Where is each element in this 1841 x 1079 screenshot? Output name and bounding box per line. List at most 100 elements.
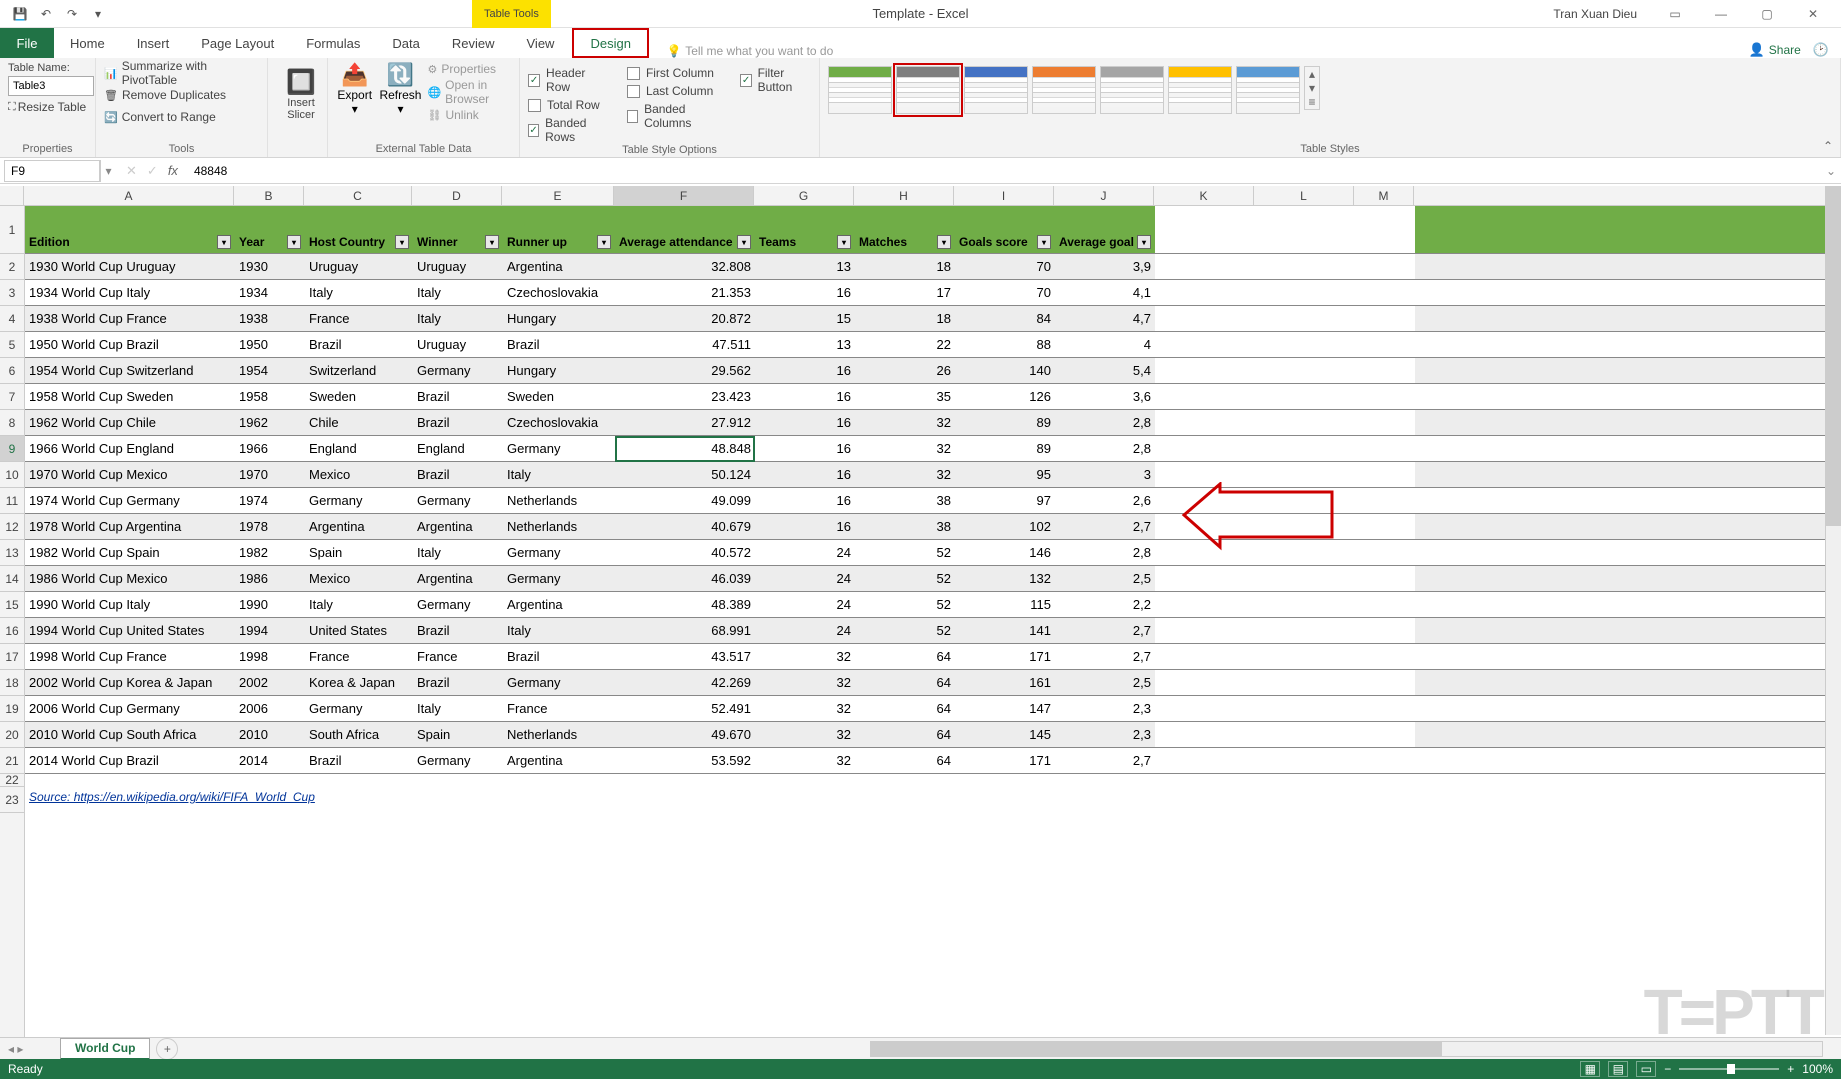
cell[interactable]: Brazil <box>413 462 503 487</box>
filter-button[interactable]: ▾ <box>737 235 751 249</box>
cell[interactable]: 35 <box>855 384 955 409</box>
view-tab[interactable]: View <box>511 28 571 58</box>
formulas-tab[interactable]: Formulas <box>290 28 376 58</box>
file-tab[interactable]: File <box>0 28 54 58</box>
cell[interactable]: 2002 World Cup Korea & Japan <box>25 670 235 695</box>
row-header-19[interactable]: 19 <box>0 696 24 722</box>
cell[interactable]: 2014 World Cup Brazil <box>25 748 235 773</box>
cell[interactable]: 2,7 <box>1055 514 1155 539</box>
column-header-F[interactable]: F <box>614 186 754 205</box>
cell[interactable]: Germany <box>305 488 413 513</box>
row-header-5[interactable]: 5 <box>0 332 24 358</box>
cell[interactable]: 1982 World Cup Spain <box>25 540 235 565</box>
total-row-checkbox[interactable]: Total Row <box>528 98 607 112</box>
expand-formula-icon[interactable]: ⌄ <box>1821 164 1841 178</box>
cell[interactable]: 1962 World Cup Chile <box>25 410 235 435</box>
cell[interactable]: 4,7 <box>1055 306 1155 331</box>
cells-area[interactable]: Edition▾Year▾Host Country▾Winner▾Runner … <box>25 206 1841 1047</box>
data-tab[interactable]: Data <box>376 28 435 58</box>
cell[interactable]: 68.991 <box>615 618 755 643</box>
cell[interactable]: 22 <box>855 332 955 357</box>
cell[interactable]: 32 <box>755 748 855 773</box>
cell[interactable]: 32 <box>755 644 855 669</box>
cell[interactable]: 32.808 <box>615 254 755 279</box>
cell[interactable]: 24 <box>755 540 855 565</box>
cell[interactable]: 2010 World Cup South Africa <box>25 722 235 747</box>
first-column-checkbox[interactable]: First Column <box>627 66 721 80</box>
cell[interactable]: 52.491 <box>615 696 755 721</box>
cell[interactable]: 64 <box>855 722 955 747</box>
cell[interactable]: 24 <box>755 592 855 617</box>
cell[interactable]: Italy <box>305 592 413 617</box>
row-header-14[interactable]: 14 <box>0 566 24 592</box>
cell[interactable]: Argentina <box>413 566 503 591</box>
cell[interactable]: 64 <box>855 696 955 721</box>
table-style-swatch[interactable] <box>1168 66 1232 114</box>
cell[interactable]: 5,4 <box>1055 358 1155 383</box>
cell[interactable]: 52 <box>855 618 955 643</box>
cell[interactable]: 1938 <box>235 306 305 331</box>
row-header-23[interactable]: 23 <box>0 787 24 813</box>
row-header-18[interactable]: 18 <box>0 670 24 696</box>
zoom-level[interactable]: 100% <box>1802 1062 1833 1076</box>
cell[interactable]: 89 <box>955 436 1055 461</box>
cell[interactable]: 2,8 <box>1055 540 1155 565</box>
cell[interactable]: 2,3 <box>1055 722 1155 747</box>
cell[interactable]: Uruguay <box>413 332 503 357</box>
cell[interactable]: 32 <box>755 722 855 747</box>
new-sheet-button[interactable]: + <box>156 1038 178 1060</box>
cell[interactable]: Switzerland <box>305 358 413 383</box>
filter-button[interactable]: ▾ <box>485 235 499 249</box>
cell[interactable]: Argentina <box>503 254 615 279</box>
cell[interactable]: Netherlands <box>503 722 615 747</box>
cell[interactable]: 64 <box>855 644 955 669</box>
cell[interactable]: 16 <box>755 514 855 539</box>
row-header-20[interactable]: 20 <box>0 722 24 748</box>
cell[interactable]: Brazil <box>413 670 503 695</box>
cell[interactable]: Netherlands <box>503 488 615 513</box>
cell[interactable]: 16 <box>755 358 855 383</box>
column-header-C[interactable]: C <box>304 186 412 205</box>
cell[interactable]: Argentina <box>503 748 615 773</box>
cell[interactable]: 171 <box>955 644 1055 669</box>
table-style-swatch[interactable] <box>828 66 892 114</box>
cell[interactable]: 1990 World Cup Italy <box>25 592 235 617</box>
cell[interactable]: Italy <box>413 280 503 305</box>
cell[interactable]: 27.912 <box>615 410 755 435</box>
cell[interactable]: Sweden <box>305 384 413 409</box>
cell[interactable]: 70 <box>955 254 1055 279</box>
sheet-tab-worldcup[interactable]: World Cup <box>60 1038 150 1060</box>
review-tab[interactable]: Review <box>436 28 511 58</box>
cell[interactable]: Spain <box>413 722 503 747</box>
column-header-E[interactable]: E <box>502 186 614 205</box>
cell[interactable]: 88 <box>955 332 1055 357</box>
cell[interactable]: 13 <box>755 254 855 279</box>
filter-button[interactable]: ▾ <box>1137 235 1151 249</box>
cell[interactable]: 1986 <box>235 566 305 591</box>
cell[interactable]: 132 <box>955 566 1055 591</box>
table-name-input[interactable] <box>8 76 94 96</box>
cell[interactable]: 1994 World Cup United States <box>25 618 235 643</box>
table-style-swatch[interactable] <box>964 66 1028 114</box>
cell[interactable]: 13 <box>755 332 855 357</box>
cell[interactable]: Korea & Japan <box>305 670 413 695</box>
cell[interactable]: Argentina <box>413 514 503 539</box>
cell[interactable]: 16 <box>755 436 855 461</box>
column-header-M[interactable]: M <box>1354 186 1414 205</box>
cell[interactable]: United States <box>305 618 413 643</box>
banded-rows-checkbox[interactable]: ✓Banded Rows <box>528 116 607 144</box>
last-column-checkbox[interactable]: Last Column <box>627 84 721 98</box>
cell[interactable]: England <box>305 436 413 461</box>
cell[interactable]: 32 <box>755 696 855 721</box>
cancel-icon[interactable]: ✕ <box>126 163 137 179</box>
select-all-corner[interactable] <box>0 186 24 205</box>
share-button[interactable]: 👤 Share <box>1749 42 1801 58</box>
cell[interactable]: 1966 <box>235 436 305 461</box>
filter-button[interactable]: ▾ <box>597 235 611 249</box>
filter-button[interactable]: ▾ <box>1037 235 1051 249</box>
cell[interactable]: 1930 <box>235 254 305 279</box>
cell[interactable]: 2,7 <box>1055 644 1155 669</box>
cell[interactable]: 1954 World Cup Switzerland <box>25 358 235 383</box>
column-header-D[interactable]: D <box>412 186 502 205</box>
cell[interactable]: 18 <box>855 306 955 331</box>
